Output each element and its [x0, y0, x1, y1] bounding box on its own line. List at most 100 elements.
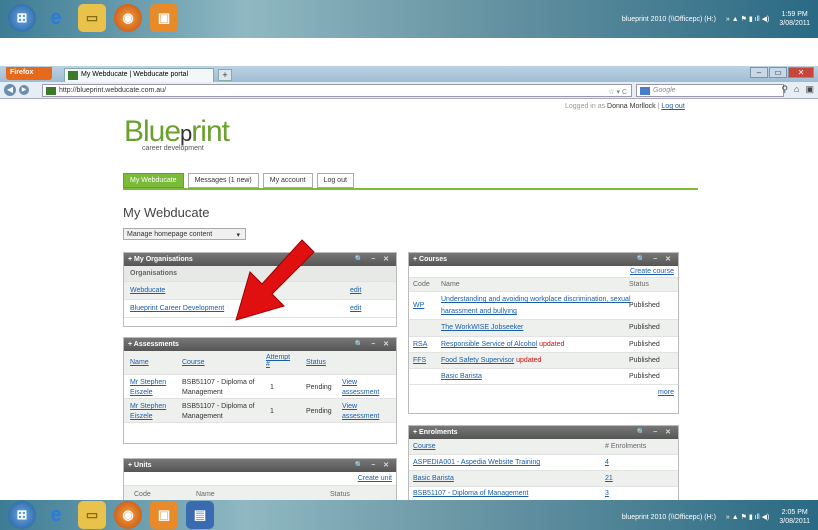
- course-name[interactable]: Food Safety Supervisor: [441, 357, 514, 364]
- edit-link[interactable]: edit: [350, 287, 361, 294]
- panel-controls-icon[interactable]: 🔍 − ✕: [354, 340, 392, 348]
- course-name[interactable]: Responsible Service of Alcohol: [441, 341, 537, 348]
- course-status: Published: [629, 302, 660, 309]
- folder-icon[interactable]: ▭: [78, 4, 106, 32]
- clock[interactable]: 2:05 PM 3/08/2011: [779, 508, 810, 526]
- logged-in-info: Logged in as Donna Morllock | Log out: [565, 103, 685, 110]
- course-name[interactable]: Understanding and avoiding workplace dis…: [441, 294, 633, 318]
- firefox-icon[interactable]: ◉: [114, 501, 142, 529]
- org-link[interactable]: Blueprint Career Development: [130, 305, 224, 312]
- internet-explorer-icon[interactable]: e: [42, 4, 70, 32]
- app-icon[interactable]: ▣: [150, 4, 178, 32]
- firefox-icon[interactable]: ◉: [114, 4, 142, 32]
- create-unit-link[interactable]: Create unit: [358, 475, 392, 482]
- enrolment-count[interactable]: 21: [605, 475, 613, 482]
- home-icon[interactable]: ⌂: [794, 84, 799, 95]
- panel-controls-icon[interactable]: 🔍 − ✕: [636, 428, 674, 436]
- assessment-course: BSB51107 - Diploma of Management: [182, 403, 255, 420]
- bookmark-reload-icons[interactable]: ☆ ▾ C: [608, 88, 627, 96]
- enrolments-panel: + Enrolments 🔍 − ✕ Course # Enrolments AS…: [408, 425, 679, 505]
- minimize-icon[interactable]: –: [750, 67, 768, 78]
- tab-log-out[interactable]: Log out: [316, 173, 354, 188]
- course-code[interactable]: FFS: [413, 357, 426, 364]
- address-bar[interactable]: http://blueprint.webducate.com.au/ ☆ ▾ C: [42, 84, 632, 97]
- favicon-icon: [46, 87, 56, 95]
- new-tab-button[interactable]: +: [218, 69, 232, 81]
- course-status: Published: [629, 341, 660, 348]
- panel-header[interactable]: + Units 🔍 − ✕: [124, 459, 396, 472]
- course-name[interactable]: The WorkWISE Jobseeker: [441, 324, 523, 331]
- enrolment-course[interactable]: BSB51107 - Diploma of Management: [413, 490, 528, 497]
- restore-icon[interactable]: ▭: [769, 67, 787, 78]
- col-course[interactable]: Course: [182, 359, 205, 366]
- tray-drive-label[interactable]: blueprint 2010 (\\Officepc) (H:): [622, 514, 716, 521]
- blueprint-logo[interactable]: Blueprint career development: [124, 115, 230, 152]
- tab-my-account[interactable]: My account: [262, 173, 313, 188]
- col-course[interactable]: Course: [413, 443, 436, 450]
- clock-time: 2:05 PM: [781, 509, 808, 516]
- course-name[interactable]: Basic Barista: [441, 373, 482, 380]
- panel-controls-icon[interactable]: 🔍 − ✕: [636, 255, 674, 263]
- col-status[interactable]: Status: [306, 359, 326, 366]
- col-attempt[interactable]: Attempt #: [266, 354, 290, 368]
- col-code: Code: [134, 491, 151, 498]
- header-logout-link[interactable]: Log out: [661, 103, 684, 110]
- col-enrolments: # Enrolments: [605, 443, 647, 450]
- more-row: more: [409, 385, 678, 401]
- logo-word-blue: Blue: [124, 115, 181, 148]
- course-code[interactable]: WP: [413, 302, 424, 309]
- view-assessment-link[interactable]: View assessment: [342, 378, 390, 398]
- tab-messages[interactable]: Messages (1 new): [187, 173, 259, 188]
- enrolment-course[interactable]: Basic Barista: [413, 475, 454, 482]
- clock-date: 3/08/2011: [779, 518, 810, 525]
- table-header: Code Name Status: [409, 278, 678, 292]
- clock[interactable]: 1:59 PM 3/08/2011: [779, 10, 810, 28]
- forward-icon[interactable]: ▶: [19, 85, 29, 95]
- assessment-course: BSB51107 - Diploma of Management: [182, 379, 255, 396]
- panel-controls-icon[interactable]: 🔍 − ✕: [354, 461, 392, 469]
- assessment-name[interactable]: Mr Stephen Eiszele: [130, 402, 176, 422]
- search-box[interactable]: Google: [636, 84, 784, 97]
- assessment-status: Pending: [306, 408, 332, 415]
- tab-my-webducate[interactable]: My Webducate: [123, 173, 184, 188]
- course-code[interactable]: RSA: [413, 341, 427, 348]
- url-text: http://blueprint.webducate.com.au/: [59, 87, 167, 94]
- firefox-menu-button[interactable]: Firefox: [6, 67, 52, 80]
- panel-header[interactable]: + Assessments 🔍 − ✕: [124, 338, 396, 351]
- internet-explorer-icon[interactable]: e: [42, 501, 70, 529]
- app-icon[interactable]: ▣: [150, 501, 178, 529]
- start-orb-icon[interactable]: ⊞: [8, 4, 36, 32]
- browser-tab[interactable]: My Webducate | Webducate portal: [64, 68, 214, 82]
- navigation-bar: ◀ ▶ http://blueprint.webducate.com.au/ ☆ …: [0, 82, 818, 99]
- browser-window: Firefox My Webducate | Webducate portal …: [0, 66, 818, 508]
- start-orb-icon[interactable]: ⊞: [8, 501, 36, 529]
- panel-header[interactable]: + Enrolments 🔍 − ✕: [409, 426, 678, 439]
- more-link[interactable]: more: [658, 389, 674, 396]
- close-icon[interactable]: ✕: [788, 67, 814, 78]
- enrolment-count[interactable]: 4: [605, 459, 609, 466]
- org-link[interactable]: Webducate: [130, 287, 165, 294]
- edit-link[interactable]: edit: [350, 305, 361, 312]
- table-row: ASPEDIA001 - Aspedia Website Training 4: [409, 455, 678, 471]
- panel-header[interactable]: + Courses 🔍 − ✕: [409, 253, 678, 266]
- enrolment-count[interactable]: 3: [605, 490, 609, 497]
- table-row: WP Understanding and avoiding workplace …: [409, 292, 678, 320]
- panel-controls-icon[interactable]: 🔍 − ✕: [354, 255, 392, 263]
- view-assessment-link[interactable]: View assessment: [342, 402, 390, 422]
- create-course-link[interactable]: Create course: [630, 268, 674, 275]
- table-row: The WorkWISE Jobseeker Published: [409, 320, 678, 337]
- document-app-icon[interactable]: ▤: [186, 501, 214, 529]
- col-name[interactable]: Name: [130, 359, 149, 366]
- course-status: Published: [629, 373, 660, 380]
- enrolment-course[interactable]: ASPEDIA001 - Aspedia Website Training: [413, 459, 540, 466]
- search-icon[interactable]: ⚲: [781, 84, 788, 95]
- panel-title: My Organisations: [134, 256, 193, 263]
- manage-homepage-select[interactable]: Manage homepage content ▾: [123, 228, 246, 240]
- assessment-name[interactable]: Mr Stephen Eiszele: [130, 378, 176, 398]
- tray-drive-label[interactable]: blueprint 2010 (\\Officepc) (H:): [622, 16, 716, 23]
- back-icon[interactable]: ◀: [4, 84, 16, 96]
- col-status: Status: [629, 281, 649, 288]
- toolbar-extra-icon[interactable]: ▣: [805, 84, 814, 95]
- folder-icon[interactable]: ▭: [78, 501, 106, 529]
- window-controls: – ▭ ✕: [750, 67, 814, 78]
